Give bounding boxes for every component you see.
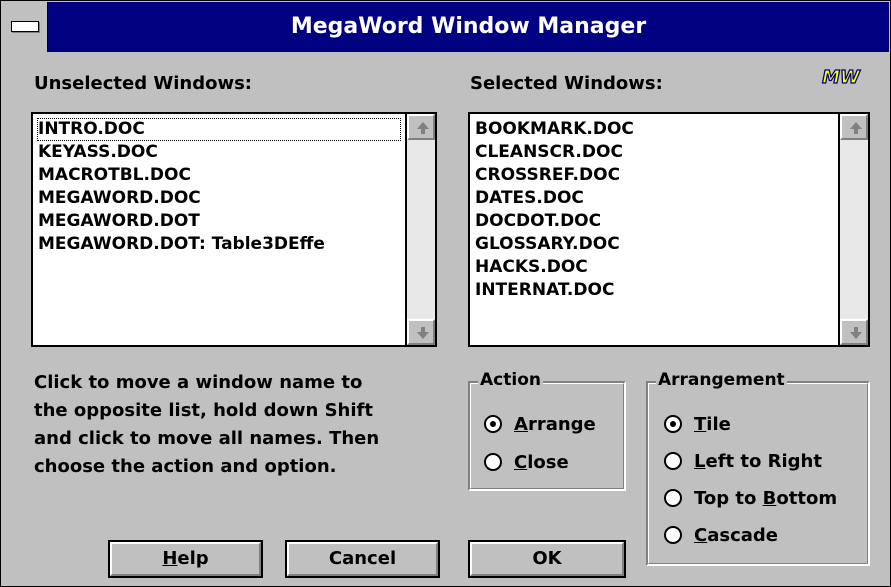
scroll-up-button[interactable] bbox=[407, 114, 435, 140]
radio-circle bbox=[664, 526, 682, 544]
instructions-text: Click to move a window name to the oppos… bbox=[34, 369, 434, 481]
list-item[interactable]: CROSSREF.DOC bbox=[474, 164, 834, 187]
radio-label: Cascade bbox=[694, 525, 778, 546]
window-title: MegaWord Window Manager bbox=[290, 14, 647, 39]
radio-circle bbox=[664, 415, 682, 433]
arrow-down-icon bbox=[850, 327, 862, 339]
unselected-windows-label: Unselected Windows: bbox=[34, 73, 252, 94]
title-bar: MegaWord Window Manager bbox=[2, 2, 889, 52]
radio-label: Close bbox=[514, 452, 569, 473]
list-item[interactable]: KEYASS.DOC bbox=[37, 141, 401, 164]
ok-button[interactable]: OK bbox=[468, 540, 626, 578]
radio-circle bbox=[484, 453, 502, 471]
radio-circle bbox=[664, 489, 682, 507]
list-item[interactable]: MACROTBL.DOC bbox=[37, 164, 401, 187]
unselected-windows-list[interactable]: INTRO.DOC KEYASS.DOC MACROTBL.DOC MEGAWORD.… bbox=[31, 112, 437, 347]
scroll-down-button[interactable] bbox=[407, 319, 435, 345]
list-item[interactable]: BOOKMARK.DOC bbox=[474, 118, 834, 141]
radio-dot bbox=[490, 421, 496, 427]
radio-circle bbox=[664, 452, 682, 470]
cancel-button-label: Cancel bbox=[328, 548, 397, 569]
arrangement-group-label: Arrangement bbox=[656, 370, 787, 390]
list-item[interactable]: INTRO.DOC bbox=[37, 118, 401, 141]
action-group-label: Action bbox=[478, 370, 543, 390]
scroll-down-button[interactable] bbox=[840, 319, 868, 345]
radio-label: Top to Bottom bbox=[694, 488, 838, 509]
list-item[interactable]: DOCDOT.DOC bbox=[474, 210, 834, 233]
list-item[interactable]: MEGAWORD.DOC bbox=[37, 187, 401, 210]
list-item[interactable]: DATES.DOC bbox=[474, 187, 834, 210]
instructions-line: the opposite list, hold down Shift bbox=[34, 400, 373, 421]
radio-dot bbox=[670, 421, 676, 427]
list-item[interactable]: MEGAWORD.DOT bbox=[37, 210, 401, 233]
radio-label: Tile bbox=[694, 414, 731, 435]
instructions-line: and click to move all names. Then bbox=[34, 428, 380, 449]
list-item[interactable]: CLEANSCR.DOC bbox=[474, 141, 834, 164]
help-button[interactable]: Help bbox=[108, 540, 263, 578]
system-menu-button[interactable] bbox=[2, 2, 48, 52]
unselected-items: INTRO.DOC KEYASS.DOC MACROTBL.DOC MEGAWORD.… bbox=[37, 118, 401, 345]
help-button-label: Help bbox=[162, 548, 209, 569]
cancel-button[interactable]: Cancel bbox=[285, 540, 440, 578]
radio-label: Arrange bbox=[514, 414, 596, 435]
logo-text: MW bbox=[822, 67, 861, 87]
selected-items: BOOKMARK.DOC CLEANSCR.DOC CROSSREF.DOC DATE… bbox=[474, 118, 834, 345]
list-item[interactable]: INTERNAT.DOC bbox=[474, 279, 834, 302]
unselected-scrollbar[interactable] bbox=[405, 114, 435, 345]
instructions-line: choose the action and option. bbox=[34, 456, 337, 477]
radio-label: Left to Right bbox=[694, 451, 822, 472]
ok-button-label: OK bbox=[532, 548, 562, 569]
arrow-up-icon bbox=[850, 122, 862, 134]
arrangement-groupbox: Arrangement Tile Left to Right Top to Bo… bbox=[646, 370, 870, 566]
list-item[interactable]: MEGAWORD.DOT: Table3DEffe bbox=[37, 233, 401, 256]
selected-windows-label: Selected Windows: bbox=[470, 73, 663, 94]
system-menu-icon bbox=[11, 21, 39, 32]
action-groupbox: Action Arrange Close bbox=[468, 370, 626, 491]
radio-circle bbox=[484, 415, 502, 433]
window-manager-dialog: MegaWord Window Manager Unselected Windo… bbox=[0, 0, 891, 587]
selected-scrollbar[interactable] bbox=[838, 114, 868, 345]
arrow-down-icon bbox=[417, 327, 429, 339]
scroll-up-button[interactable] bbox=[840, 114, 868, 140]
megaword-logo-icon: MW bbox=[821, 66, 861, 87]
selected-windows-list[interactable]: BOOKMARK.DOC CLEANSCR.DOC CROSSREF.DOC DATE… bbox=[468, 112, 870, 347]
instructions-line: Click to move a window name to bbox=[34, 372, 363, 393]
arrow-up-icon bbox=[417, 122, 429, 134]
list-item[interactable]: HACKS.DOC bbox=[474, 256, 834, 279]
list-item[interactable]: GLOSSARY.DOC bbox=[474, 233, 834, 256]
